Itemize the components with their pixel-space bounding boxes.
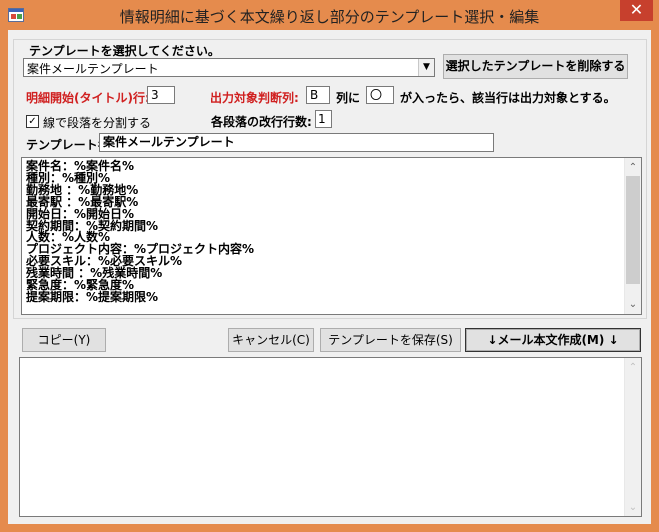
group-legend: テンプレートを選択してください。 <box>27 42 222 59</box>
scroll-up-icon[interactable]: ⌃ <box>625 159 641 176</box>
copy-button[interactable]: コピー(Y) <box>22 328 106 352</box>
client-area: テンプレートを選択してください。 案件メールテンプレート ▼ 選択したテンプレー… <box>8 30 651 524</box>
start-row-input[interactable]: 3 <box>147 86 175 104</box>
delete-template-label: 選択したテンプレートを削除する <box>445 59 626 73</box>
scroll-up-icon[interactable]: ⌃ <box>625 359 641 376</box>
line-feed-label: 各段落の改行行数: <box>211 115 312 129</box>
template-name-input[interactable]: 案件メールテンプレート <box>99 133 494 152</box>
copy-button-label: コピー(Y) <box>37 333 91 347</box>
output-col-input[interactable]: B <box>306 86 330 104</box>
save-template-label: テンプレートを保存(S) <box>328 333 453 347</box>
line-feed-input[interactable]: 1 <box>315 110 332 128</box>
template-body-scrollbar[interactable]: ⌃ ⌄ <box>624 158 641 314</box>
scroll-down-icon[interactable]: ⌄ <box>625 499 641 516</box>
create-mail-button[interactable]: ↓メール本文作成(M) ↓ <box>465 328 641 352</box>
output-textarea[interactable]: ⌃ ⌄ <box>19 357 642 517</box>
split-paragraph-label: 線で段落を分割する <box>43 116 152 130</box>
output-scrollbar[interactable]: ⌃ ⌄ <box>624 358 641 516</box>
split-paragraph-checkbox[interactable]: ✓ <box>26 115 39 128</box>
save-template-button[interactable]: テンプレートを保存(S) <box>320 328 461 352</box>
template-body-lines: 案件名：%案件名% 種別：%種別% 勤務地 ：%勤務地% 最寄駅 ：%最寄駅% 開始日：… <box>26 160 254 304</box>
mark-input[interactable]: 〇 <box>366 86 394 104</box>
close-icon: ✕ <box>629 0 644 19</box>
template-select-value: 案件メールテンプレート <box>27 62 159 76</box>
output-col-label: 出力対象判断列: <box>210 91 299 105</box>
mark-suffix-label: が入ったら、該当行は出力対象とする。 <box>400 91 616 105</box>
scroll-thumb[interactable] <box>626 176 640 284</box>
template-groupbox: テンプレートを選択してください。 案件メールテンプレート ▼ 選択したテンプレー… <box>13 39 647 319</box>
close-button[interactable]: ✕ <box>620 0 653 21</box>
app-window: 情報明細に基づく本文繰り返し部分のテンプレート選択・編集 ✕ テンプレートを選択… <box>0 0 659 532</box>
title-bar: 情報明細に基づく本文繰り返し部分のテンプレート選択・編集 ✕ <box>0 0 659 30</box>
cancel-button[interactable]: キャンセル(C) <box>228 328 314 352</box>
delete-template-button[interactable]: 選択したテンプレートを削除する <box>443 54 628 79</box>
template-body-line: 提案期限：%提案期限% <box>26 289 159 304</box>
create-mail-label: ↓メール本文作成(M) ↓ <box>487 333 619 347</box>
start-row-label: 明細開始(タイトル)行: <box>26 91 150 105</box>
chevron-down-icon[interactable]: ▼ <box>418 59 434 76</box>
template-select[interactable]: 案件メールテンプレート ▼ <box>23 58 435 77</box>
cancel-button-label: キャンセル(C) <box>232 333 310 347</box>
template-body-textarea[interactable]: 案件名：%案件名% 種別：%種別% 勤務地 ：%勤務地% 最寄駅 ：%最寄駅% 開始日：… <box>21 157 642 315</box>
scroll-down-icon[interactable]: ⌄ <box>625 296 641 313</box>
window-title: 情報明細に基づく本文繰り返し部分のテンプレート選択・編集 <box>119 8 540 26</box>
col-suffix-label: 列に <box>336 91 361 105</box>
